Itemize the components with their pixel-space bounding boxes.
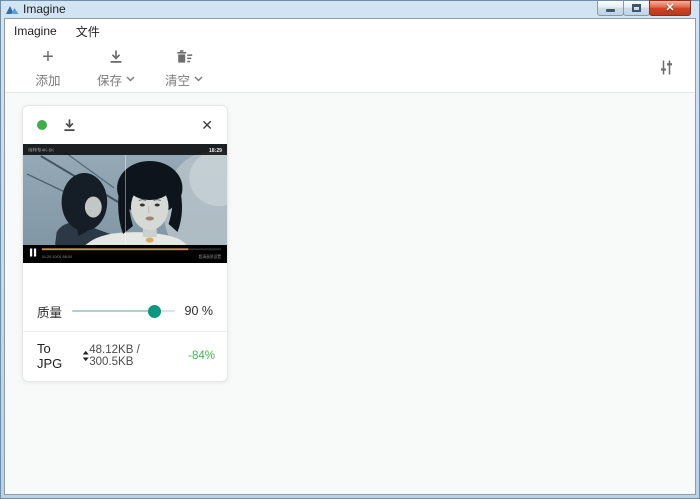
save-button[interactable]: 保存 xyxy=(95,47,137,89)
video-top-bar: 待转专4K-6K 18:29 xyxy=(23,144,227,155)
quality-slider[interactable] xyxy=(72,304,175,318)
plus-icon: + xyxy=(42,45,54,68)
client-area: Imagine 文件 + 添加 保存 清空 ✕ 待转专4K-6K 18:29 0… xyxy=(4,18,696,495)
slider-track-filled xyxy=(72,310,154,312)
format-label: To JPG xyxy=(37,341,63,371)
video-control-bar: 01:20:10/01:58:00 超清画质设置 xyxy=(23,245,227,263)
format-select[interactable]: To JPG xyxy=(37,341,89,371)
video-clock-text: 18:29 xyxy=(209,148,222,154)
add-label: 添加 xyxy=(35,73,61,88)
download-icon xyxy=(64,118,75,131)
menu-file[interactable]: 文件 xyxy=(76,23,100,40)
clear-button[interactable]: 清空 xyxy=(163,47,205,89)
image-thumbnail[interactable]: 待转专4K-6K 18:29 01:20:10/01:58:00 超清画质设置 xyxy=(23,144,227,263)
close-button[interactable]: ✕ xyxy=(649,0,691,16)
title-bar: Imagine ✕ xyxy=(1,0,699,18)
savings-badge: -84% xyxy=(188,350,215,362)
save-label: 保存 xyxy=(96,73,122,88)
close-icon: ✕ xyxy=(665,1,675,14)
download-icon xyxy=(110,50,122,63)
clear-label: 清空 xyxy=(164,73,190,88)
minimize-button[interactable] xyxy=(597,0,624,16)
quality-value: 90 % xyxy=(184,304,214,318)
format-row: To JPG 48.12KB / 300.5KB -84% xyxy=(23,331,227,381)
file-size-text: 48.12KB / 300.5KB xyxy=(89,344,140,368)
compare-split-line xyxy=(125,155,126,245)
chevron-down-icon xyxy=(194,76,203,82)
video-quality-text: 超清画质设置 xyxy=(199,254,222,259)
video-time-text: 01:20:10/01:58:00 xyxy=(42,255,72,259)
toolbar: + 添加 保存 清空 xyxy=(5,43,695,93)
window-title: Imagine xyxy=(23,2,66,16)
maximize-icon xyxy=(632,4,641,12)
watermark xyxy=(145,237,154,243)
tune-sliders-icon xyxy=(660,60,672,75)
app-logo-icon xyxy=(6,4,19,15)
card-header: ✕ xyxy=(23,106,227,144)
pause-icon xyxy=(29,248,33,257)
video-progress-bar xyxy=(41,248,189,251)
quality-label: 质量 xyxy=(37,305,63,320)
image-card: ✕ 待转专4K-6K 18:29 01:20:10/01:58:00 超清画质设… xyxy=(22,105,228,382)
chevron-down-icon xyxy=(126,76,135,82)
app-window: Imagine ✕ Imagine 文件 + 添加 保存 清空 ✕ 待转专4K-… xyxy=(0,0,700,499)
trash-clear-icon xyxy=(176,49,192,63)
settings-button[interactable] xyxy=(653,55,679,81)
menu-bar: Imagine 文件 xyxy=(5,19,695,43)
menu-imagine[interactable]: Imagine xyxy=(14,24,57,38)
content-area: ✕ 待转专4K-6K 18:29 01:20:10/01:58:00 超清画质设… xyxy=(5,93,695,494)
add-button[interactable]: + 添加 xyxy=(27,47,69,89)
minimize-icon xyxy=(606,9,615,12)
status-dot-icon xyxy=(37,120,47,130)
quality-row: 质量 90 % xyxy=(23,299,227,323)
maximize-button[interactable] xyxy=(623,0,650,16)
window-controls: ✕ xyxy=(597,0,691,16)
card-close-button[interactable]: ✕ xyxy=(201,118,213,132)
video-title-text: 待转专4K-6K xyxy=(28,147,54,154)
card-save-button[interactable] xyxy=(62,118,77,133)
up-down-arrows-icon xyxy=(82,350,89,362)
slider-thumb[interactable] xyxy=(147,304,161,318)
